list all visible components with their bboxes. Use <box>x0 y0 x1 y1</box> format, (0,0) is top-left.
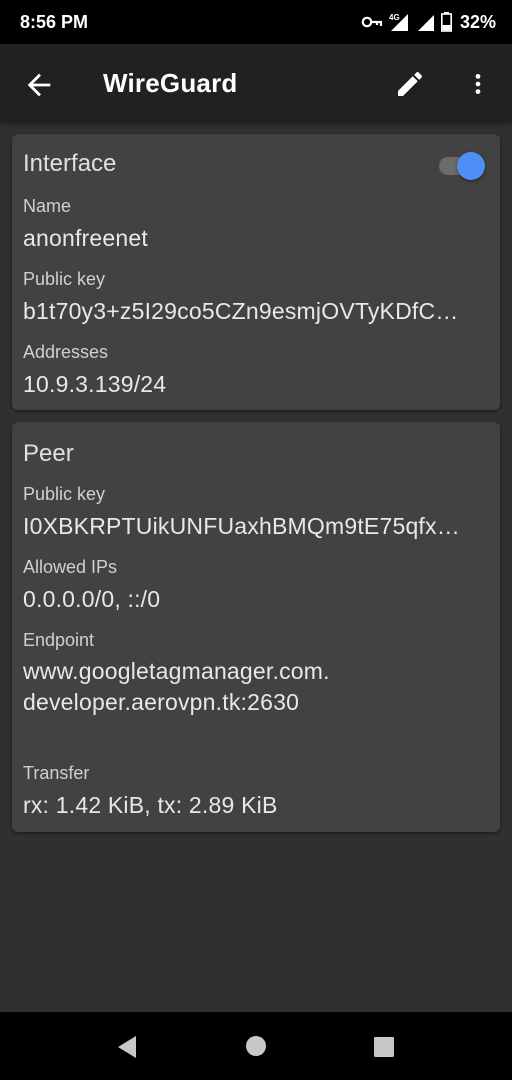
edit-pencil-icon[interactable] <box>394 68 426 100</box>
endpoint-value: www.googletagmanager.com.developer.aerov… <box>23 658 330 715</box>
status-icons: 4G 32% <box>361 12 496 33</box>
battery-percent: 32% <box>459 11 496 32</box>
page-title: WireGuard <box>103 68 238 98</box>
allowed-ips-label: Allowed IPs <box>23 557 118 577</box>
addresses-label: Addresses <box>23 342 109 362</box>
endpoint-label: Endpoint <box>23 630 95 650</box>
nav-home-icon[interactable] <box>244 1034 268 1058</box>
more-vert-icon[interactable] <box>465 68 491 100</box>
toggle-thumb <box>457 152 485 180</box>
peer-public-key-label: Public key <box>23 484 106 504</box>
signal-4g-icon: 4G <box>389 13 408 31</box>
addresses-value: 10.9.3.139/24 <box>23 371 167 397</box>
status-bar: 8:56 PM 4G 32% <box>0 0 512 44</box>
interface-title: Interface <box>23 150 117 177</box>
peer-public-key-value: I0XBKRPTUikUNFUaxhBMQm9tE75qfx… <box>23 513 460 539</box>
nav-recents-icon[interactable] <box>372 1035 396 1059</box>
public-key-value: b1t70y3+z5I29co5CZn9esmjOVTyKDfC… <box>23 298 459 324</box>
vpn-key-icon <box>361 16 383 28</box>
peer-card: Peer Public key I0XBKRPTUikUNFUaxhBMQm9t… <box>12 422 500 832</box>
network-type-label: 4G <box>389 13 400 22</box>
app-bar: WireGuard <box>0 44 512 122</box>
peer-title: Peer <box>23 440 74 467</box>
battery-icon <box>440 12 452 32</box>
interface-toggle[interactable] <box>437 150 487 180</box>
status-time: 8:56 PM <box>20 11 89 32</box>
signal-icon <box>417 15 434 31</box>
back-arrow-icon[interactable] <box>22 68 56 102</box>
name-label: Name <box>23 196 72 216</box>
nav-back-icon[interactable] <box>114 1034 140 1060</box>
interface-card: Interface Name anonfreenet Public key b1… <box>12 134 500 410</box>
system-nav-bar <box>0 1012 512 1080</box>
public-key-label: Public key <box>23 269 106 289</box>
name-value: anonfreenet <box>23 225 148 251</box>
allowed-ips-value: 0.0.0.0/0, ::/0 <box>23 586 161 612</box>
transfer-label: Transfer <box>23 763 90 783</box>
transfer-value: rx: 1.42 KiB, tx: 2.89 KiB <box>23 792 278 818</box>
